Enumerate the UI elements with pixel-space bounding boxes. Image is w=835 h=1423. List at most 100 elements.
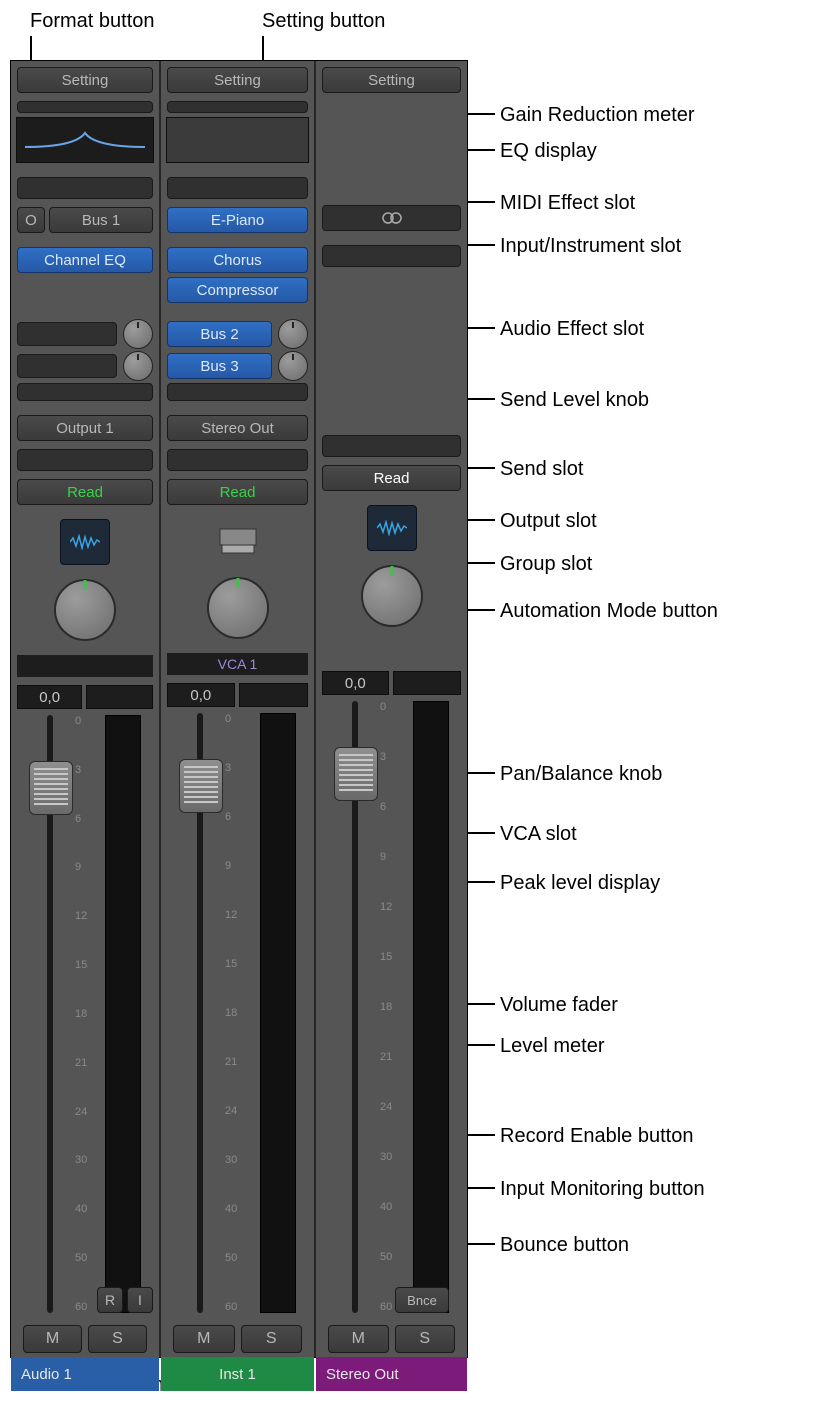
label-group-slot: Group slot <box>500 553 592 576</box>
group-slot[interactable] <box>17 449 153 471</box>
label-bounce: Bounce button <box>500 1234 629 1257</box>
label-input-mon: Input Monitoring button <box>500 1178 705 1201</box>
peak-display: 0,0 <box>167 683 235 707</box>
peak-display: 0,0 <box>17 685 82 709</box>
balance-knob[interactable] <box>361 565 423 627</box>
gain-reduction-meter <box>17 101 153 113</box>
fader-area: 0369121518212430405060 Bnce MS <box>322 701 461 1357</box>
audio-effect-slot[interactable] <box>322 245 461 267</box>
midi-effect-slot[interactable] <box>17 177 153 199</box>
mute-button[interactable]: M <box>173 1325 235 1353</box>
automation-button[interactable]: Read <box>322 465 461 491</box>
automation-button[interactable]: Read <box>17 479 153 505</box>
setting-button[interactable]: Setting <box>17 67 153 93</box>
mute-button[interactable]: M <box>328 1325 389 1353</box>
peak-display-blank <box>393 671 461 695</box>
input-slot[interactable]: Bus 1 <box>49 207 153 233</box>
track-icon[interactable] <box>367 505 417 551</box>
audio-effect-slot[interactable]: Compressor <box>167 277 308 303</box>
volume-fader[interactable] <box>29 761 73 815</box>
eq-display[interactable] <box>16 117 154 163</box>
send-level-knob[interactable] <box>123 351 153 381</box>
level-meter <box>413 701 449 1313</box>
group-slot[interactable] <box>167 449 308 471</box>
volume-fader[interactable] <box>334 747 378 801</box>
label-audio-effect: Audio Effect slot <box>500 318 644 341</box>
setting-button[interactable]: Setting <box>167 67 308 93</box>
mute-button[interactable]: M <box>23 1325 82 1353</box>
waveform-icon <box>377 520 407 536</box>
vca-slot[interactable] <box>322 641 461 663</box>
fader-scale: 0369121518212430405060 <box>225 713 237 1313</box>
send-slot[interactable] <box>17 354 117 378</box>
solo-button[interactable]: S <box>395 1325 456 1353</box>
label-input-slot: Input/Instrument slot <box>500 235 681 258</box>
fader-scale: 0369121518212430405060 <box>75 715 87 1313</box>
setting-button[interactable]: Setting <box>322 67 461 93</box>
pan-knob[interactable] <box>207 577 269 639</box>
instrument-slot[interactable]: E-Piano <box>167 207 308 233</box>
peak-display: 0,0 <box>322 671 389 695</box>
label-vca: VCA slot <box>500 823 577 846</box>
midi-effect-slot[interactable] <box>167 177 308 199</box>
label-automation: Automation Mode button <box>500 600 718 623</box>
audio-effect-slot[interactable]: Chorus <box>167 247 308 273</box>
input-monitor-button[interactable]: I <box>127 1287 153 1313</box>
label-peak: Peak level display <box>500 872 660 895</box>
label-output-slot: Output slot <box>500 510 597 533</box>
level-meter <box>105 715 141 1313</box>
vca-slot[interactable] <box>17 655 153 677</box>
channel-strip-1: Setting E-Piano Chorus Compressor Bus 2 … <box>161 61 316 1357</box>
label-pan: Pan/Balance knob <box>500 763 662 786</box>
channel-strip-0: Setting OBus 1 Channel EQ Output 1 Read … <box>11 61 161 1357</box>
stereo-rings-icon <box>381 212 403 224</box>
solo-button[interactable]: S <box>241 1325 303 1353</box>
track-icon[interactable] <box>214 519 262 563</box>
label-meter: Level meter <box>500 1035 605 1058</box>
label-setting: Setting button <box>262 10 385 33</box>
send-slot[interactable] <box>167 383 308 401</box>
peak-display-blank <box>86 685 153 709</box>
send-level-knob[interactable] <box>278 351 308 381</box>
track-icon[interactable] <box>60 519 110 565</box>
volume-fader[interactable] <box>179 759 223 813</box>
solo-button[interactable]: S <box>88 1325 147 1353</box>
fader-scale: 0369121518212430405060 <box>380 701 392 1313</box>
send-slot[interactable]: Bus 2 <box>167 321 272 347</box>
peak-display-blank <box>239 683 308 707</box>
send-level-knob[interactable] <box>278 319 308 349</box>
send-slot[interactable]: Bus 3 <box>167 353 272 379</box>
channel-strip-2: Setting Read 0,0 0369121518212430405060 … <box>316 61 467 1357</box>
audio-effect-slot[interactable]: Channel EQ <box>17 247 153 273</box>
group-slot[interactable] <box>322 435 461 457</box>
mixer: Setting OBus 1 Channel EQ Output 1 Read … <box>10 60 468 1358</box>
track-name[interactable]: Audio 1 <box>11 1357 159 1391</box>
fader-area: 0369121518212430405060 RI MS <box>17 715 153 1357</box>
send-slot[interactable] <box>17 383 153 401</box>
send-slot[interactable] <box>17 322 117 346</box>
record-enable-button[interactable]: R <box>97 1287 123 1313</box>
waveform-icon <box>70 534 100 550</box>
label-midi-effect: MIDI Effect slot <box>500 192 635 215</box>
label-send-slot: Send slot <box>500 458 583 481</box>
eq-display[interactable] <box>166 117 309 163</box>
fader-area: 0369121518212430405060 MS <box>167 713 308 1357</box>
level-meter <box>260 713 296 1313</box>
track-name[interactable]: Inst 1 <box>161 1357 314 1391</box>
send-level-knob[interactable] <box>123 319 153 349</box>
label-gain-reduction: Gain Reduction meter <box>500 104 695 127</box>
piano-icon <box>216 525 260 557</box>
pan-knob[interactable] <box>54 579 116 641</box>
label-fader: Volume fader <box>500 994 618 1017</box>
instrument-slot[interactable] <box>322 205 461 231</box>
track-name[interactable]: Stereo Out <box>316 1357 467 1391</box>
output-slot[interactable]: Output 1 <box>17 415 153 441</box>
bounce-button[interactable]: Bnce <box>395 1287 449 1313</box>
label-eq-display: EQ display <box>500 140 597 163</box>
automation-button[interactable]: Read <box>167 479 308 505</box>
output-slot[interactable]: Stereo Out <box>167 415 308 441</box>
label-record-enable: Record Enable button <box>500 1125 693 1148</box>
gain-reduction-meter <box>167 101 308 113</box>
format-button[interactable]: O <box>17 207 45 233</box>
vca-slot[interactable]: VCA 1 <box>167 653 308 675</box>
